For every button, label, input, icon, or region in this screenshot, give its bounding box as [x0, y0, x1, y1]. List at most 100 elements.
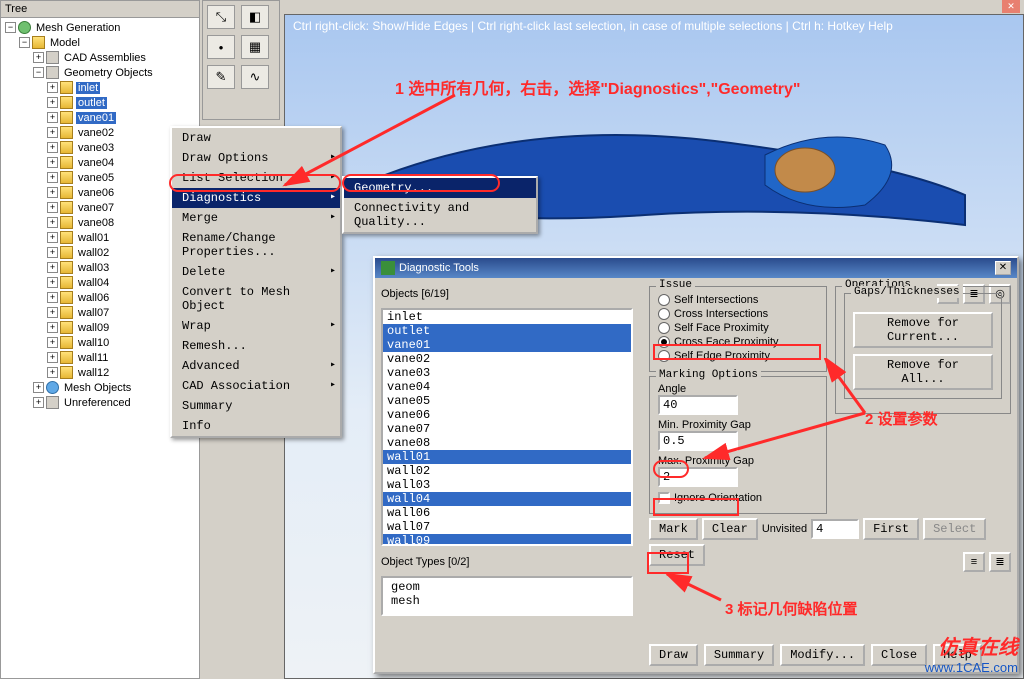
ctx-item[interactable]: Remesh...: [172, 336, 340, 356]
modify-button[interactable]: Modify...: [780, 644, 865, 666]
ctx-item[interactable]: Info: [172, 416, 340, 436]
expander-icon[interactable]: [47, 187, 58, 198]
types-listbox[interactable]: geom mesh: [381, 576, 633, 616]
ctx-item[interactable]: Delete: [172, 262, 340, 282]
list-item[interactable]: vane02: [383, 352, 631, 366]
reset-button[interactable]: Reset: [649, 544, 705, 566]
tree-root[interactable]: Mesh Generation: [3, 20, 199, 35]
expander-icon[interactable]: [47, 277, 58, 288]
ctx-item[interactable]: Merge: [172, 208, 340, 228]
tree-item-outlet[interactable]: outlet: [3, 95, 199, 110]
point-tool[interactable]: •: [207, 35, 235, 59]
expander-icon[interactable]: [47, 157, 58, 168]
remove-all-button[interactable]: Remove for All...: [853, 354, 993, 390]
list-item[interactable]: wall04: [383, 492, 631, 506]
mark-button[interactable]: Mark: [649, 518, 698, 540]
list-item[interactable]: wall02: [383, 464, 631, 478]
ctx-item[interactable]: Advanced: [172, 356, 340, 376]
cube-tool[interactable]: ▦: [241, 35, 269, 59]
expander-icon[interactable]: [47, 367, 58, 378]
expander-icon[interactable]: [47, 292, 58, 303]
issue-radio[interactable]: [658, 336, 670, 348]
list-item[interactable]: wall07: [383, 520, 631, 534]
first-button[interactable]: First: [863, 518, 919, 540]
draw-button[interactable]: Draw: [649, 644, 698, 666]
expander-icon[interactable]: [47, 247, 58, 258]
ctx-item[interactable]: List Selection: [172, 168, 340, 188]
list-item[interactable]: wall01: [383, 450, 631, 464]
issue-radio[interactable]: [658, 350, 670, 362]
unvisited-input[interactable]: [811, 519, 859, 539]
ctx-item[interactable]: CAD Association: [172, 376, 340, 396]
expander-icon[interactable]: [47, 127, 58, 138]
expander-icon[interactable]: [47, 322, 58, 333]
expander-icon[interactable]: [47, 97, 58, 108]
viewport-close-icon[interactable]: ✕: [1002, 0, 1020, 13]
view-tool[interactable]: ◧: [241, 5, 269, 29]
expander-icon[interactable]: [33, 382, 44, 393]
ctx-item[interactable]: Convert to Mesh Object: [172, 282, 340, 316]
tree-item-inlet[interactable]: inlet: [3, 80, 199, 95]
type-item[interactable]: mesh: [387, 594, 627, 608]
expander-icon[interactable]: [47, 172, 58, 183]
select-button[interactable]: Select: [923, 518, 986, 540]
tree-model[interactable]: Model: [3, 35, 199, 50]
expander-icon[interactable]: [33, 52, 44, 63]
close-button[interactable]: Close: [871, 644, 927, 666]
dialog-close-icon[interactable]: ✕: [995, 261, 1011, 275]
expander-icon[interactable]: [47, 352, 58, 363]
list-item[interactable]: inlet: [383, 310, 631, 324]
tree-cad[interactable]: CAD Assemblies: [3, 50, 199, 65]
ctx-item[interactable]: Rename/Change Properties...: [172, 228, 340, 262]
remove-current-button[interactable]: Remove for Current...: [853, 312, 993, 348]
expander-icon[interactable]: [47, 262, 58, 273]
max-gap-input[interactable]: [658, 467, 738, 487]
list-item[interactable]: vane03: [383, 366, 631, 380]
ctx-item[interactable]: Summary: [172, 396, 340, 416]
expander-icon[interactable]: [47, 112, 58, 123]
expander-icon[interactable]: [47, 337, 58, 348]
ctx-item[interactable]: Wrap: [172, 316, 340, 336]
expander-icon[interactable]: [47, 232, 58, 243]
list-item[interactable]: outlet: [383, 324, 631, 338]
clear-button[interactable]: Clear: [702, 518, 758, 540]
expander-icon[interactable]: [47, 217, 58, 228]
tree-item-vane01[interactable]: vane01: [3, 110, 199, 125]
curve-tool[interactable]: ∿: [241, 65, 269, 89]
objects-listbox[interactable]: inletoutletvane01vane02vane03vane04vane0…: [381, 308, 633, 546]
list-item[interactable]: vane06: [383, 408, 631, 422]
issue-radio[interactable]: [658, 322, 670, 334]
pen-tool[interactable]: ✎: [207, 65, 235, 89]
expander-icon[interactable]: [33, 67, 44, 78]
list-item[interactable]: vane07: [383, 422, 631, 436]
list-item[interactable]: wall06: [383, 506, 631, 520]
dialog-titlebar[interactable]: Diagnostic Tools ✕: [375, 258, 1017, 278]
ctx-subitem[interactable]: Connectivity and Quality...: [344, 198, 536, 232]
issue-radio[interactable]: [658, 308, 670, 320]
list-item[interactable]: wall09: [383, 534, 631, 546]
axis-tool[interactable]: ⤡: [207, 5, 235, 29]
summary-button[interactable]: Summary: [704, 644, 774, 666]
ctx-item[interactable]: Diagnostics: [172, 188, 340, 208]
type-item[interactable]: geom: [387, 580, 627, 594]
ctx-item[interactable]: Draw: [172, 128, 340, 148]
expander-icon[interactable]: [47, 202, 58, 213]
issue-radio[interactable]: [658, 294, 670, 306]
angle-input[interactable]: [658, 395, 738, 415]
expander-icon[interactable]: [19, 37, 30, 48]
ctx-item[interactable]: Draw Options: [172, 148, 340, 168]
list-item[interactable]: vane04: [383, 380, 631, 394]
list-item[interactable]: wall03: [383, 478, 631, 492]
min-gap-input[interactable]: [658, 431, 738, 451]
expander-icon[interactable]: [47, 142, 58, 153]
list-item[interactable]: vane08: [383, 436, 631, 450]
list-item[interactable]: vane01: [383, 338, 631, 352]
ignore-checkbox[interactable]: [658, 492, 670, 504]
ctx-subitem[interactable]: Geometry...: [344, 178, 536, 198]
list-item[interactable]: vane05: [383, 394, 631, 408]
expander-icon[interactable]: [5, 22, 16, 33]
expander-icon[interactable]: [47, 82, 58, 93]
expander-icon[interactable]: [47, 307, 58, 318]
expander-icon[interactable]: [33, 397, 44, 408]
tree-geom[interactable]: Geometry Objects: [3, 65, 199, 80]
